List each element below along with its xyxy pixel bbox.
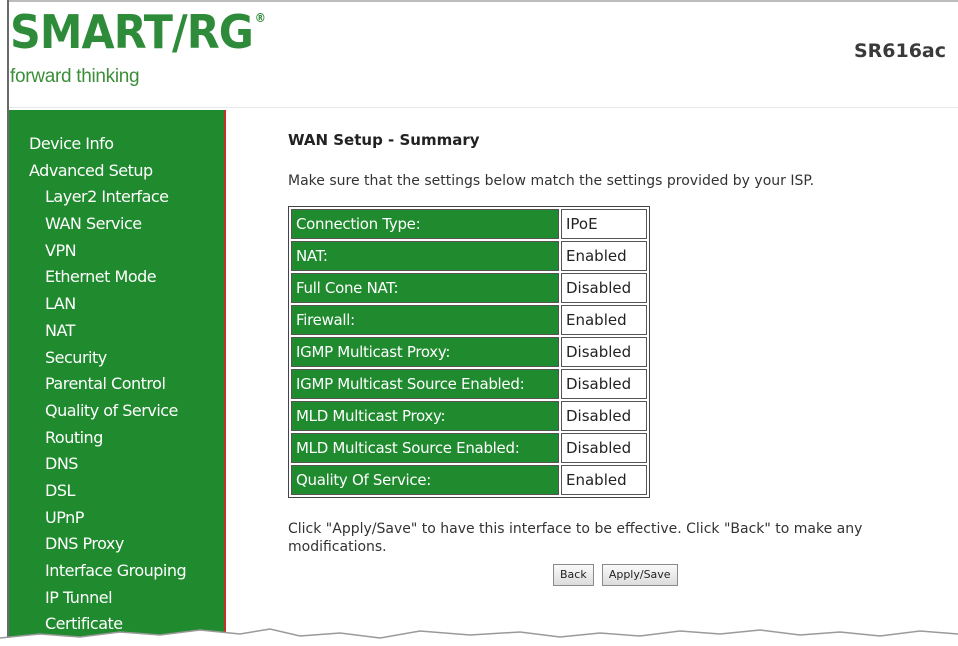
row-label: IGMP Multicast Proxy: [291, 337, 559, 367]
table-row: MLD Multicast Proxy: Disabled [291, 401, 647, 431]
table-row: Quality Of Service: Enabled [291, 465, 647, 495]
sidebar-item-interface-grouping[interactable]: Interface Grouping [9, 558, 224, 585]
sidebar-item-dsl[interactable]: DSL [9, 478, 224, 505]
sidebar-item-routing[interactable]: Routing [9, 425, 224, 452]
sidebar-nav: Device Info Advanced Setup Layer2 Interfac… [9, 110, 226, 646]
row-label: IGMP Multicast Source Enabled: [291, 369, 559, 399]
row-value: Disabled [561, 273, 647, 303]
torn-edge [0, 628, 958, 646]
row-label: MLD Multicast Source Enabled: [291, 433, 559, 463]
sidebar-item-dns-proxy[interactable]: DNS Proxy [9, 531, 224, 558]
row-value: Enabled [561, 465, 647, 495]
row-label: Quality Of Service: [291, 465, 559, 495]
sidebar-item-ip-tunnel[interactable]: IP Tunnel [9, 585, 224, 612]
sidebar-item-nat[interactable]: NAT [9, 318, 224, 345]
back-button[interactable]: Back [553, 563, 594, 586]
sidebar-item-security[interactable]: Security [9, 345, 224, 372]
main-content: WAN Setup - Summary Make sure that the s… [288, 128, 956, 556]
row-value: Enabled [561, 305, 647, 335]
sidebar-item-dns[interactable]: DNS [9, 451, 224, 478]
sidebar-item-vpn[interactable]: VPN [9, 238, 224, 265]
wan-summary-table: Connection Type: IPoE NAT: Enabled Full Cone… [288, 206, 650, 498]
page-title: WAN Setup - Summary [288, 131, 480, 149]
sidebar-item-wan-service[interactable]: WAN Service [9, 211, 224, 238]
row-label: MLD Multicast Proxy: [291, 401, 559, 431]
sidebar-item-parental-control[interactable]: Parental Control [9, 371, 224, 398]
apply-note: Click "Apply/Save" to have this interfac… [288, 521, 863, 555]
row-label: Full Cone NAT: [291, 273, 559, 303]
apply-save-button[interactable]: Apply/Save [601, 563, 678, 586]
table-row: MLD Multicast Source Enabled: Disabled [291, 433, 647, 463]
sidebar-item-device-info[interactable]: Device Info [9, 131, 224, 158]
row-value: Disabled [561, 433, 647, 463]
model-name: SR616ac [853, 40, 946, 62]
button-bar: Back Apply/Save [553, 563, 681, 586]
row-value: Disabled [561, 337, 647, 367]
table-row: Firewall: Enabled [291, 305, 647, 335]
window-top-border [7, 0, 958, 2]
sidebar-item-lan[interactable]: LAN [9, 291, 224, 318]
row-value: Disabled [561, 401, 647, 431]
table-row: Connection Type: IPoE [291, 209, 647, 239]
row-value: Enabled [561, 241, 647, 271]
page-description: Make sure that the settings below match … [288, 173, 815, 189]
sidebar-item-advanced-setup[interactable]: Advanced Setup [9, 158, 224, 185]
row-value: Disabled [561, 369, 647, 399]
sidebar-item-ethernet-mode[interactable]: Ethernet Mode [9, 264, 224, 291]
logo-text: SMART/RG [10, 5, 254, 59]
row-label: NAT: [291, 241, 559, 271]
sidebar-item-quality-of-service[interactable]: Quality of Service [9, 398, 224, 425]
smartrg-logo: SMART/RG ® forward thinking [10, 8, 284, 88]
table-row: NAT: Enabled [291, 241, 647, 271]
header-divider [9, 107, 958, 108]
row-label: Firewall: [291, 305, 559, 335]
table-row: Full Cone NAT: Disabled [291, 273, 647, 303]
table-row: IGMP Multicast Proxy: Disabled [291, 337, 647, 367]
registered-mark: ® [254, 11, 266, 25]
sidebar-item-layer2-interface[interactable]: Layer2 Interface [9, 184, 224, 211]
table-row: IGMP Multicast Source Enabled: Disabled [291, 369, 647, 399]
logo-tagline: forward thinking [10, 66, 140, 87]
sidebar-menu: Device Info Advanced Setup Layer2 Interfac… [9, 131, 224, 638]
row-label: Connection Type: [291, 209, 559, 239]
row-value: IPoE [561, 209, 647, 239]
sidebar-item-upnp[interactable]: UPnP [9, 505, 224, 532]
